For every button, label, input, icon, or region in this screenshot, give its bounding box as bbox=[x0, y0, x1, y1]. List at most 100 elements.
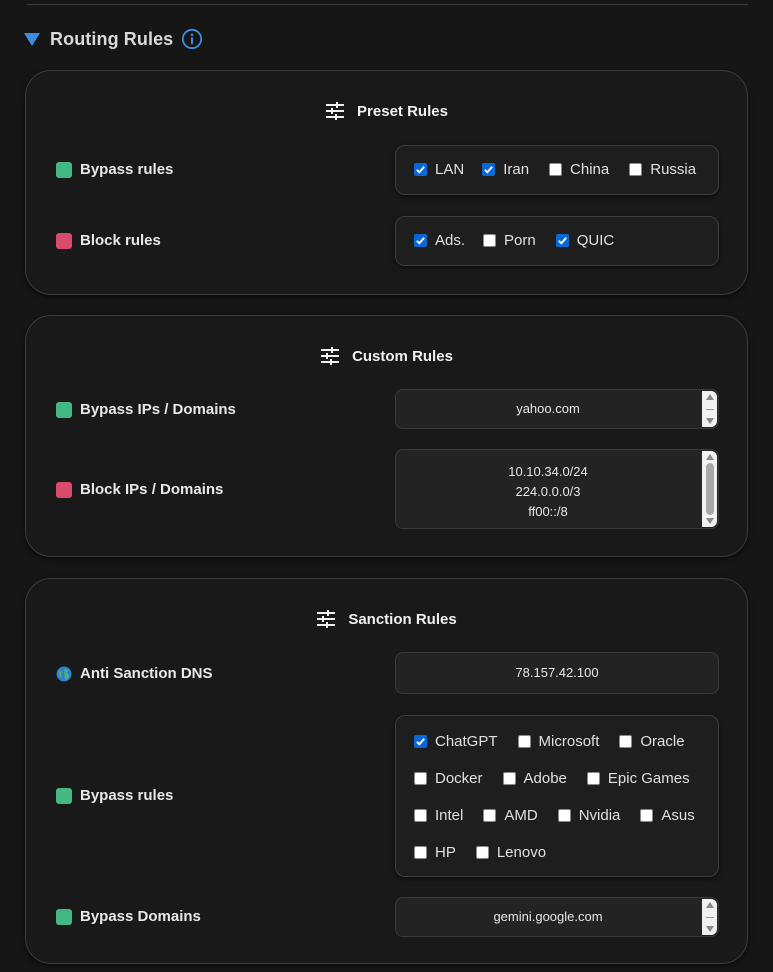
info-circle-icon[interactable] bbox=[181, 28, 203, 50]
bypass-domains-input[interactable]: gemini.google.com bbox=[395, 897, 719, 937]
bypass-swatch bbox=[56, 401, 72, 418]
block-entry: ff00::/8 bbox=[528, 504, 568, 519]
sliders-icon bbox=[316, 609, 336, 629]
scroll-down-icon[interactable] bbox=[705, 418, 714, 424]
checkbox-label: Asus bbox=[661, 807, 695, 824]
checkbox-checked-icon[interactable] bbox=[482, 163, 496, 176]
preset-block-label: Block rules bbox=[56, 232, 161, 249]
checkbox-unchecked-icon[interactable] bbox=[483, 809, 497, 822]
checkbox-label: Iran bbox=[503, 161, 530, 178]
checkbox-label: Ads. bbox=[435, 232, 466, 249]
checkbox-label: HP bbox=[435, 844, 456, 861]
checkbox-label: Lenovo bbox=[496, 844, 547, 861]
checkbox-label: Adobe bbox=[523, 770, 567, 787]
anti-sanction-dns-label: Anti Sanction DNS bbox=[56, 665, 213, 682]
checkbox-docker[interactable]: Docker bbox=[414, 770, 483, 787]
checkbox-unchecked-icon[interactable] bbox=[619, 735, 633, 748]
checkbox-unchecked-icon[interactable] bbox=[414, 772, 427, 785]
sliders-icon bbox=[325, 101, 345, 121]
scroll-up-icon[interactable] bbox=[705, 454, 714, 460]
checkbox-iran[interactable]: Iran bbox=[482, 161, 529, 178]
scroll-up-icon[interactable] bbox=[705, 902, 714, 908]
preset-rules-card: Preset Rules Bypass rules LAN Iran China Ru… bbox=[25, 70, 748, 295]
checkbox-unchecked-icon[interactable] bbox=[502, 772, 516, 785]
block-entry: 224.0.0.0/3 bbox=[515, 484, 581, 499]
textarea-scrollbar[interactable] bbox=[702, 451, 717, 527]
scroll-up-icon[interactable] bbox=[705, 394, 714, 400]
checkbox-label: ChatGPT bbox=[435, 733, 498, 750]
custom-rules-title: Custom Rules bbox=[26, 346, 747, 366]
collapse-triangle-icon[interactable] bbox=[24, 32, 40, 46]
checkbox-lan[interactable]: LAN bbox=[414, 161, 464, 178]
checkbox-checked-icon[interactable] bbox=[555, 234, 569, 247]
checkbox-chatgpt[interactable]: ChatGPT bbox=[414, 733, 498, 750]
custom-block-label: Block IPs / Domains bbox=[56, 481, 223, 498]
checkbox-adobe[interactable]: Adobe bbox=[502, 770, 567, 787]
checkbox-label: AMD bbox=[504, 807, 538, 824]
checkbox-lenovo[interactable]: Lenovo bbox=[475, 844, 547, 861]
checkbox-unchecked-icon[interactable] bbox=[483, 234, 497, 247]
textarea-scrollbar[interactable] bbox=[702, 899, 717, 935]
checkbox-intel[interactable]: Intel bbox=[414, 807, 463, 824]
sliders-icon bbox=[320, 346, 340, 366]
block-swatch bbox=[56, 232, 72, 249]
checkbox-unchecked-icon[interactable] bbox=[557, 809, 571, 822]
checkbox-label: Russia bbox=[650, 161, 697, 178]
preset-bypass-label: Bypass rules bbox=[56, 161, 173, 178]
checkbox-unchecked-icon[interactable] bbox=[414, 846, 427, 859]
checkbox-unchecked-icon[interactable] bbox=[640, 809, 654, 822]
checkbox-oracle[interactable]: Oracle bbox=[619, 733, 685, 750]
checkbox-checked-icon[interactable] bbox=[414, 163, 427, 176]
checkbox-label: China bbox=[570, 161, 610, 178]
checkbox-asus[interactable]: Asus bbox=[640, 807, 695, 824]
checkbox-unchecked-icon[interactable] bbox=[549, 163, 563, 176]
sanction-bypass-label: Bypass rules bbox=[56, 787, 173, 804]
custom-rules-card: Custom Rules Bypass IPs / Domains yahoo.… bbox=[25, 315, 748, 557]
checkbox-porn[interactable]: Porn bbox=[483, 232, 536, 249]
bypass-swatch bbox=[56, 787, 72, 804]
custom-bypass-label: Bypass IPs / Domains bbox=[56, 401, 236, 418]
block-domains-textarea[interactable]: 10.10.34.0/24 224.0.0.0/3 ff00::/8 bbox=[395, 449, 719, 529]
bypass-swatch bbox=[56, 161, 72, 178]
top-divider bbox=[27, 4, 748, 5]
preset-block-options: Ads. Porn QUIC bbox=[395, 216, 719, 266]
scroll-down-icon[interactable] bbox=[705, 518, 714, 524]
checkbox-unchecked-icon[interactable] bbox=[586, 772, 600, 785]
checkbox-unchecked-icon[interactable] bbox=[475, 846, 489, 859]
checkbox-unchecked-icon[interactable] bbox=[629, 163, 643, 176]
block-entry: 10.10.34.0/24 bbox=[508, 464, 588, 479]
checkbox-label: Epic Games bbox=[607, 770, 690, 787]
sanction-bypass-options: ChatGPT Microsoft Oracle Docker Adobe Epic G… bbox=[395, 715, 719, 877]
routing-rules-header[interactable]: Routing Rules bbox=[24, 26, 203, 52]
checkbox-label: LAN bbox=[435, 161, 465, 178]
checkbox-unchecked-icon[interactable] bbox=[517, 735, 531, 748]
checkbox-amd[interactable]: AMD bbox=[483, 807, 538, 824]
bypass-domains-textarea[interactable]: yahoo.com bbox=[395, 389, 719, 429]
checkbox-label: Porn bbox=[504, 232, 536, 249]
bypass-swatch bbox=[56, 908, 72, 925]
checkbox-ads[interactable]: Ads. bbox=[414, 232, 465, 249]
checkbox-label: QUIC bbox=[576, 232, 615, 249]
checkbox-label: Microsoft bbox=[538, 733, 600, 750]
checkbox-checked-icon[interactable] bbox=[414, 735, 427, 748]
sanction-rules-title: Sanction Rules bbox=[26, 609, 747, 629]
textarea-scrollbar[interactable] bbox=[702, 391, 717, 427]
checkbox-nvidia[interactable]: Nvidia bbox=[557, 807, 620, 824]
preset-rules-title: Preset Rules bbox=[26, 101, 747, 121]
block-swatch bbox=[56, 481, 72, 498]
checkbox-checked-icon[interactable] bbox=[414, 234, 427, 247]
checkbox-china[interactable]: China bbox=[549, 161, 609, 178]
section-title: Routing Rules bbox=[50, 28, 174, 49]
checkbox-label: Intel bbox=[435, 807, 464, 824]
anti-sanction-dns-input[interactable]: 78.157.42.100 bbox=[395, 652, 719, 694]
checkbox-quic[interactable]: QUIC bbox=[555, 232, 615, 249]
checkbox-epic-games[interactable]: Epic Games bbox=[586, 770, 690, 787]
scroll-down-icon[interactable] bbox=[705, 926, 714, 932]
checkbox-hp[interactable]: HP bbox=[414, 844, 456, 861]
checkbox-label: Oracle bbox=[640, 733, 685, 750]
checkbox-russia[interactable]: Russia bbox=[629, 161, 696, 178]
checkbox-unchecked-icon[interactable] bbox=[414, 809, 427, 822]
globe-icon bbox=[56, 666, 72, 682]
checkbox-microsoft[interactable]: Microsoft bbox=[517, 733, 600, 750]
scroll-thumb[interactable] bbox=[705, 463, 714, 515]
